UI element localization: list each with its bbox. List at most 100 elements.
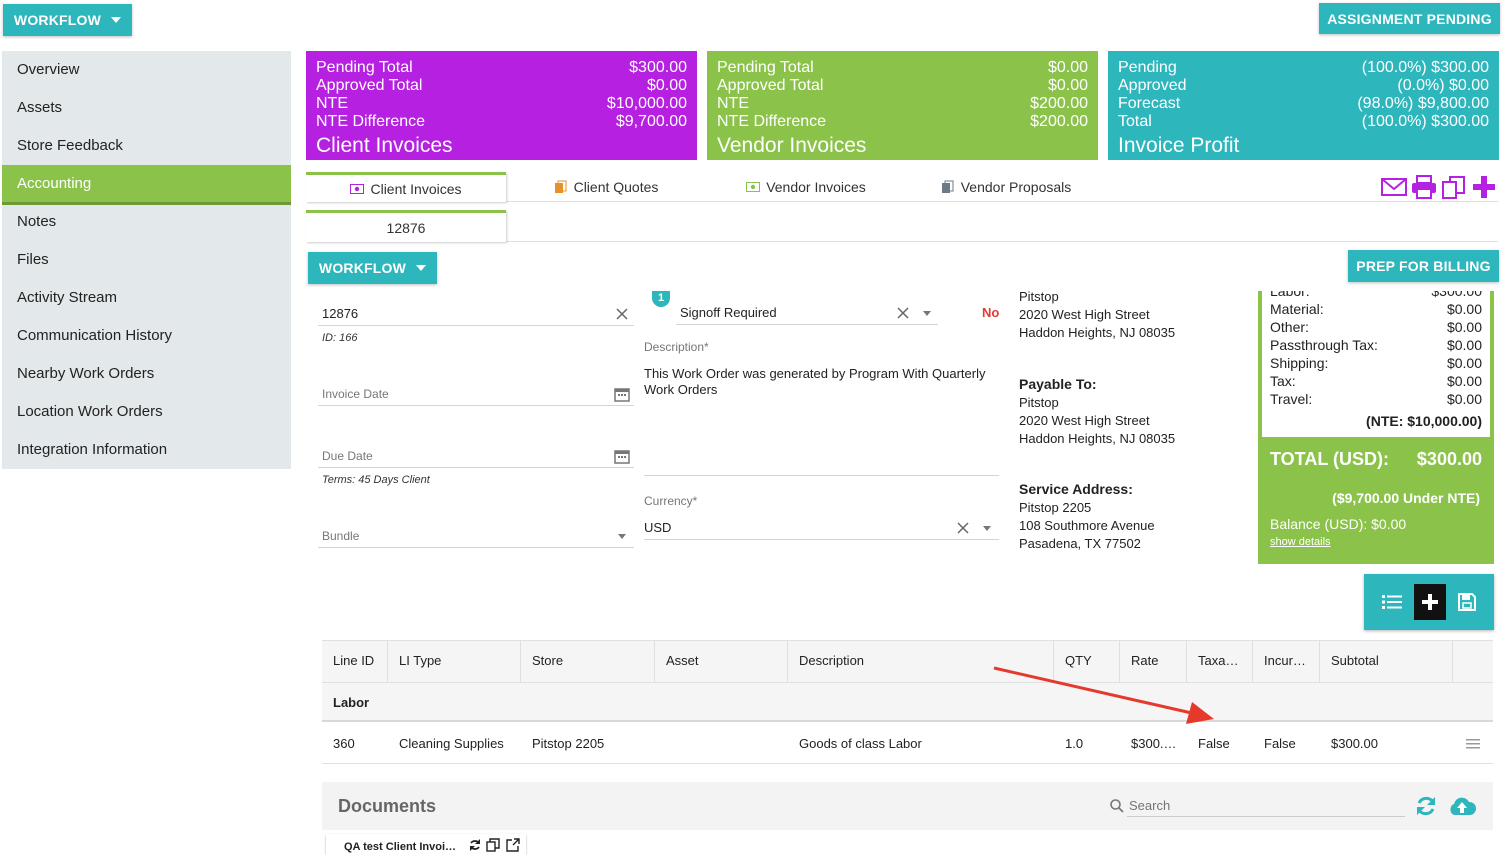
card-label: Approved Total	[316, 77, 423, 94]
workflow-label: WORKFLOW	[318, 260, 407, 276]
invoice-profit-card: Pending (100.0%) $300.00 Approved (0.0%) $…	[1108, 51, 1499, 160]
save-icon[interactable]	[1458, 593, 1476, 611]
cell-li-type: Cleaning Supplies	[399, 736, 504, 751]
count-badge: 1	[652, 291, 670, 307]
cell-store: Pitstop 2205	[532, 736, 605, 751]
dropdown-arrow-icon[interactable]	[983, 526, 991, 531]
tab-label: Vendor Invoices	[766, 179, 866, 195]
tab-client-quotes[interactable]: Client Quotes	[506, 172, 706, 202]
card-value: (100.0%) $300.00	[1361, 59, 1489, 76]
dropdown-arrow-icon[interactable]	[618, 534, 626, 539]
sidebar-item-integration-information[interactable]: Integration Information	[2, 431, 291, 469]
description-textarea[interactable]: This Work Order was generated by Program…	[644, 366, 994, 398]
signoff-select[interactable]: Signoff Required	[680, 305, 777, 320]
invoice-date-underline	[318, 405, 634, 406]
currency-label: Currency*	[644, 494, 698, 508]
copy-icon[interactable]	[486, 838, 500, 852]
card-label: Pending Total	[316, 59, 413, 76]
card-value: $0.00	[646, 77, 687, 94]
card-label: Forecast	[1118, 95, 1181, 112]
column-header-asset[interactable]: Asset	[655, 640, 788, 682]
invoice-date-field[interactable]: Invoice Date	[322, 387, 389, 401]
badge-count: 1	[657, 292, 665, 304]
payable-name: Pitstop	[1019, 395, 1059, 410]
cell-subtotal: $300.00	[1331, 736, 1378, 751]
due-date-field[interactable]: Due Date	[322, 449, 373, 463]
sidebar-item-notes[interactable]: Notes	[2, 203, 291, 241]
clear-icon[interactable]	[957, 522, 969, 534]
add-icon[interactable]	[1471, 174, 1497, 200]
sidebar-item-location-work-orders[interactable]: Location Work Orders	[2, 393, 291, 431]
print-icon[interactable]	[1411, 174, 1437, 200]
column-header-subtotal[interactable]: Subtotal	[1320, 640, 1453, 682]
sidebar-item-accounting[interactable]: Accounting	[2, 165, 291, 203]
prep-for-billing-button[interactable]: PREP FOR BILLING	[1348, 250, 1499, 282]
card-value: $9,700.00	[615, 113, 687, 130]
invoice-number-input[interactable]: 12876	[322, 306, 358, 321]
cell-description: Goods of class Labor	[799, 736, 922, 751]
calendar-icon[interactable]	[614, 448, 630, 464]
list-icon[interactable]	[1382, 594, 1402, 610]
sidebar-item-nearby-work-orders[interactable]: Nearby Work Orders	[2, 355, 291, 393]
document-item[interactable]: QA test Client Invoi…	[326, 834, 526, 855]
card-value: $300.00	[629, 59, 687, 76]
tab-invoice-12876[interactable]: 12876	[306, 210, 506, 242]
column-header-store[interactable]: Store	[521, 640, 655, 682]
assignment-pending-button[interactable]: ASSIGNMENT PENDING	[1319, 3, 1500, 34]
card-value: (0.0%) $0.00	[1397, 77, 1489, 94]
service-address: Service Address: Pitstop 2205 108 Southm…	[1019, 480, 1155, 553]
bundle-select[interactable]: Bundle	[322, 529, 359, 543]
money-icon	[746, 182, 761, 192]
description-underline	[644, 475, 999, 476]
group-row: Labor	[322, 682, 1493, 722]
totals-value: $300.00	[1431, 291, 1482, 299]
clear-icon[interactable]	[616, 308, 628, 320]
column-header-incurred[interactable]: Incur…	[1253, 640, 1320, 682]
sidebar-item-communication-history[interactable]: Communication History	[2, 317, 291, 355]
documents-search-input[interactable]	[1127, 795, 1405, 817]
clear-icon[interactable]	[897, 307, 909, 319]
refresh-icon[interactable]	[1414, 794, 1438, 818]
cell-line-id: 360	[333, 736, 355, 751]
totals-label: Labor:	[1270, 291, 1310, 299]
tab-label: 12876	[386, 219, 426, 236]
totals-panel: Labor: $300.00 Material: $0.00 Other: $0.00…	[1258, 291, 1494, 564]
currency-select[interactable]: USD	[644, 520, 671, 535]
description-label: Description*	[644, 340, 709, 354]
sidebar-item-files[interactable]: Files	[2, 241, 291, 279]
tab-label: Client Invoices	[370, 180, 462, 197]
email-icon[interactable]	[1381, 174, 1407, 200]
caret-down-icon	[416, 265, 427, 271]
row-menu-icon[interactable]	[1466, 739, 1480, 749]
show-details-link[interactable]: show details	[1270, 536, 1331, 548]
tab-client-invoices[interactable]: Client Invoices	[306, 172, 506, 202]
under-nte: ($9,700.00 Under NTE)	[1332, 490, 1480, 506]
totals-label: Other:	[1270, 319, 1309, 335]
column-header-li-type[interactable]: LI Type	[388, 640, 521, 682]
workflow-dropdown-button[interactable]: WORKFLOW	[3, 4, 132, 36]
column-header-line-id[interactable]: Line ID	[322, 640, 388, 682]
dropdown-arrow-icon[interactable]	[923, 311, 931, 316]
sidebar-item-overview[interactable]: Overview	[2, 51, 291, 89]
annotation-arrow	[993, 666, 1214, 724]
calendar-icon[interactable]	[614, 386, 630, 402]
sidebar-item-store-feedback[interactable]: Store Feedback	[2, 127, 291, 165]
cloud-upload-icon[interactable]	[1447, 795, 1477, 817]
tab-vendor-invoices[interactable]: Vendor Invoices	[706, 172, 906, 202]
card-label: NTE	[316, 95, 348, 112]
cell-incurred: False	[1264, 736, 1296, 751]
copy-icon[interactable]	[1441, 174, 1467, 200]
bill-to-address: Pitstop 2020 West High Street Haddon Hei…	[1019, 291, 1175, 342]
totals-value: $0.00	[1446, 391, 1482, 407]
balance: Balance (USD): $0.00	[1270, 516, 1407, 532]
sidebar-item-assets[interactable]: Assets	[2, 89, 291, 127]
external-link-icon[interactable]	[506, 838, 520, 852]
due-date-underline	[318, 467, 634, 468]
invoice-workflow-button[interactable]: WORKFLOW	[308, 252, 437, 284]
totals-value: $0.00	[1446, 373, 1482, 389]
refresh-icon[interactable]	[468, 838, 482, 852]
add-line-item-button[interactable]	[1414, 584, 1446, 620]
sidebar-item-activity-stream[interactable]: Activity Stream	[2, 279, 291, 317]
tab-vendor-proposals[interactable]: Vendor Proposals	[906, 172, 1106, 202]
caret-down-icon	[111, 17, 122, 23]
